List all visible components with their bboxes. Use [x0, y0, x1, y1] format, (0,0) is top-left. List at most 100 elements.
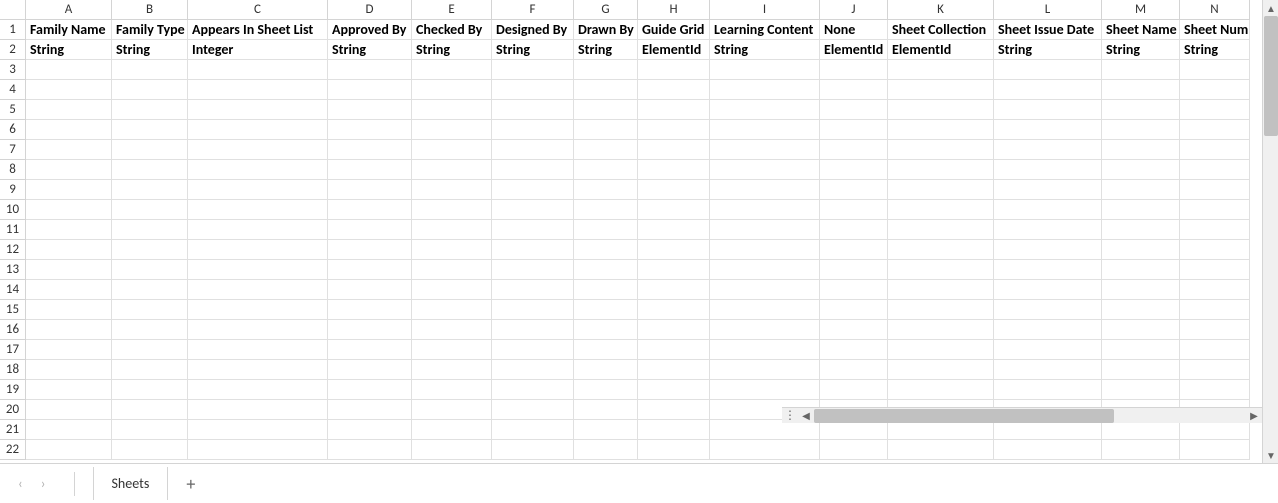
cell-C10[interactable]	[188, 200, 328, 220]
cell-G4[interactable]	[574, 80, 638, 100]
cell-M17[interactable]	[1102, 340, 1180, 360]
cell-B19[interactable]	[112, 380, 188, 400]
cell-F4[interactable]	[492, 80, 574, 100]
cell-M18[interactable]	[1102, 360, 1180, 380]
cell-M7[interactable]	[1102, 140, 1180, 160]
cell-H14[interactable]	[638, 280, 710, 300]
cell-B20[interactable]	[112, 400, 188, 420]
cell-I17[interactable]	[710, 340, 820, 360]
cell-M19[interactable]	[1102, 380, 1180, 400]
cell-B14[interactable]	[112, 280, 188, 300]
cell-H4[interactable]	[638, 80, 710, 100]
add-sheet-button[interactable]: +	[168, 465, 213, 503]
cell-N3[interactable]	[1180, 60, 1250, 80]
cell-J11[interactable]	[820, 220, 888, 240]
column-header-C[interactable]: C	[188, 0, 328, 20]
cell-A11[interactable]	[26, 220, 112, 240]
cell-I6[interactable]	[710, 120, 820, 140]
cell-B3[interactable]	[112, 60, 188, 80]
cell-D9[interactable]	[328, 180, 412, 200]
cell-K19[interactable]	[888, 380, 994, 400]
row-header-3[interactable]: 3	[0, 60, 26, 80]
cell-C6[interactable]	[188, 120, 328, 140]
cell-E8[interactable]	[412, 160, 492, 180]
cell-M15[interactable]	[1102, 300, 1180, 320]
row-header-15[interactable]: 15	[0, 300, 26, 320]
scroll-options-button[interactable]: ⋮	[782, 408, 798, 424]
cell-H20[interactable]	[638, 400, 710, 420]
cell-A14[interactable]	[26, 280, 112, 300]
tab-next-button[interactable]: ›	[41, 475, 46, 492]
cell-L10[interactable]	[994, 200, 1102, 220]
cell-A12[interactable]	[26, 240, 112, 260]
cell-B4[interactable]	[112, 80, 188, 100]
cell-D10[interactable]	[328, 200, 412, 220]
row-header-19[interactable]: 19	[0, 380, 26, 400]
cell-L2[interactable]: String	[994, 40, 1102, 60]
cell-B8[interactable]	[112, 160, 188, 180]
cell-B12[interactable]	[112, 240, 188, 260]
cell-A8[interactable]	[26, 160, 112, 180]
cell-F15[interactable]	[492, 300, 574, 320]
cell-F22[interactable]	[492, 440, 574, 460]
cell-B22[interactable]	[112, 440, 188, 460]
cell-B21[interactable]	[112, 420, 188, 440]
cell-I7[interactable]	[710, 140, 820, 160]
cell-B15[interactable]	[112, 300, 188, 320]
cell-J15[interactable]	[820, 300, 888, 320]
cell-M1[interactable]: Sheet Name	[1102, 20, 1180, 40]
cell-C9[interactable]	[188, 180, 328, 200]
cell-D4[interactable]	[328, 80, 412, 100]
cell-J4[interactable]	[820, 80, 888, 100]
cell-E9[interactable]	[412, 180, 492, 200]
cell-E13[interactable]	[412, 260, 492, 280]
cell-N7[interactable]	[1180, 140, 1250, 160]
cell-B17[interactable]	[112, 340, 188, 360]
cell-H2[interactable]: ElementId	[638, 40, 710, 60]
column-header-D[interactable]: D	[328, 0, 412, 20]
cell-K12[interactable]	[888, 240, 994, 260]
cell-G22[interactable]	[574, 440, 638, 460]
cell-I12[interactable]	[710, 240, 820, 260]
cell-J1[interactable]: None	[820, 20, 888, 40]
cell-N12[interactable]	[1180, 240, 1250, 260]
cell-K6[interactable]	[888, 120, 994, 140]
column-header-B[interactable]: B	[112, 0, 188, 20]
cell-D18[interactable]	[328, 360, 412, 380]
cell-F16[interactable]	[492, 320, 574, 340]
cell-I15[interactable]	[710, 300, 820, 320]
cell-C20[interactable]	[188, 400, 328, 420]
cell-I1[interactable]: Learning Content	[710, 20, 820, 40]
row-header-6[interactable]: 6	[0, 120, 26, 140]
cell-L22[interactable]	[994, 440, 1102, 460]
cell-J17[interactable]	[820, 340, 888, 360]
cell-C4[interactable]	[188, 80, 328, 100]
scroll-right-button[interactable]: ▶	[1246, 408, 1262, 424]
cell-G3[interactable]	[574, 60, 638, 80]
cell-E19[interactable]	[412, 380, 492, 400]
column-header-I[interactable]: I	[710, 0, 820, 20]
cell-G15[interactable]	[574, 300, 638, 320]
column-header-N[interactable]: N	[1180, 0, 1250, 20]
tab-prev-button[interactable]: ‹	[18, 475, 23, 492]
cell-G5[interactable]	[574, 100, 638, 120]
cell-L9[interactable]	[994, 180, 1102, 200]
cell-N11[interactable]	[1180, 220, 1250, 240]
cell-L8[interactable]	[994, 160, 1102, 180]
cell-G8[interactable]	[574, 160, 638, 180]
cell-C21[interactable]	[188, 420, 328, 440]
column-header-M[interactable]: M	[1102, 0, 1180, 20]
cell-D19[interactable]	[328, 380, 412, 400]
column-header-H[interactable]: H	[638, 0, 710, 20]
cell-A10[interactable]	[26, 200, 112, 220]
cell-J7[interactable]	[820, 140, 888, 160]
cell-H11[interactable]	[638, 220, 710, 240]
cell-H8[interactable]	[638, 160, 710, 180]
cell-M2[interactable]: String	[1102, 40, 1180, 60]
cell-A5[interactable]	[26, 100, 112, 120]
cell-G2[interactable]: String	[574, 40, 638, 60]
select-all-corner[interactable]	[0, 0, 26, 20]
cell-H5[interactable]	[638, 100, 710, 120]
cell-F17[interactable]	[492, 340, 574, 360]
vertical-scroll-thumb[interactable]	[1264, 16, 1278, 136]
